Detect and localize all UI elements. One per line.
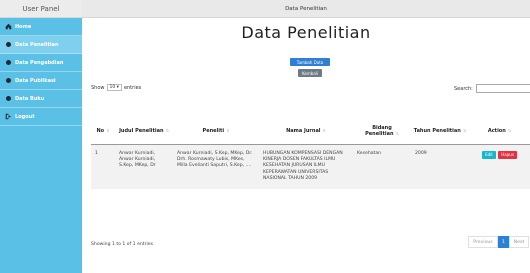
- cell-tahun: 2009: [411, 144, 469, 189]
- sidebar-item-logout[interactable]: Logout: [0, 108, 82, 126]
- entries-length-control: Show 10 ▾ entries: [91, 84, 141, 91]
- show-label: Show: [91, 84, 105, 91]
- pagination: Previous 1 Next: [468, 236, 529, 248]
- home-icon: [5, 23, 12, 30]
- sidebar-item-label: Data Pengabdian: [15, 59, 64, 66]
- page-title: Data Penelitian: [241, 23, 371, 42]
- entries-value: 10: [109, 85, 116, 90]
- cell-no: 1: [91, 144, 115, 189]
- pagination-previous[interactable]: Previous: [468, 236, 498, 248]
- sidebar-item-data-pengabdian[interactable]: Data Pengabdian: [0, 54, 82, 72]
- cell-bidang: Kesehatan: [353, 144, 411, 189]
- sidebar-title: User Panel: [0, 0, 82, 18]
- circle-icon: [5, 59, 12, 66]
- cell-peneliti: Anwar Kurniadi, S.Kep, MKep, Dr. Drh. Ro…: [173, 144, 259, 189]
- pagination-page-1[interactable]: 1: [498, 236, 509, 248]
- column-header-tahun[interactable]: Tahun Penelitian ⇅: [411, 118, 469, 145]
- column-header-peneliti[interactable]: Peneliti ⇅: [173, 118, 259, 145]
- cell-action: Edit Hapus: [469, 144, 530, 189]
- main-content: Data Penelitian Data Penelitian Tambah D…: [82, 0, 530, 273]
- circle-icon: [5, 77, 12, 84]
- column-header-bidang[interactable]: Bidang Penelitian ⇅: [353, 118, 411, 145]
- sort-icon: ⇅: [462, 127, 467, 133]
- sidebar: User Panel Home Data Penelitian Data Pen…: [0, 0, 82, 273]
- column-header-jurnal[interactable]: Nama Jurnal ⇅: [259, 118, 353, 145]
- table-info: Showing 1 to 1 of 1 entries: [91, 242, 153, 247]
- sidebar-item-label: Home: [15, 23, 32, 30]
- chevron-down-icon: ▾: [116, 85, 119, 90]
- sidebar-item-label: Data Penelitian: [15, 41, 59, 48]
- data-table: No ⇅ Judul Penelitian ⇅ Peneliti ⇅ Nama Jur…: [91, 118, 530, 189]
- sidebar-item-label: Logout: [15, 113, 35, 120]
- column-header-no[interactable]: No ⇅: [91, 118, 115, 145]
- pagination-next[interactable]: Next: [509, 236, 529, 248]
- sort-icon: ⇅: [507, 127, 512, 133]
- sidebar-item-data-penelitian[interactable]: Data Penelitian: [0, 36, 82, 54]
- table-row: 1 Anwar Kurniadi, Anwar Kurniadi, S.Kep,…: [91, 144, 530, 189]
- entries-label: entries: [123, 84, 142, 91]
- sidebar-item-label: Data Publikasi: [15, 77, 56, 84]
- sort-icon: ⇅: [106, 127, 110, 133]
- table-header-row: No ⇅ Judul Penelitian ⇅ Peneliti ⇅ Nama Jur…: [91, 118, 530, 145]
- search-control: Search:: [454, 84, 530, 93]
- sidebar-item-label: Data Buku: [15, 95, 45, 102]
- circle-icon: [5, 41, 12, 48]
- sidebar-item-data-publikasi[interactable]: Data Publikasi: [0, 72, 82, 90]
- sidebar-item-data-buku[interactable]: Data Buku: [0, 90, 82, 108]
- delete-button[interactable]: Hapus: [498, 150, 517, 159]
- logout-icon: [5, 113, 12, 120]
- sidebar-item-home[interactable]: Home: [0, 18, 82, 36]
- search-input[interactable]: [475, 84, 530, 93]
- back-button[interactable]: Kembali: [298, 69, 322, 77]
- topbar-title: Data Penelitian: [82, 0, 530, 18]
- add-data-button[interactable]: Tambah Data: [290, 58, 330, 66]
- search-label: Search:: [454, 85, 473, 92]
- column-header-action[interactable]: Action ⇅: [469, 118, 530, 145]
- entries-select[interactable]: 10 ▾: [106, 84, 122, 91]
- edit-button[interactable]: Edit: [482, 150, 496, 159]
- sort-icon: ⇅: [226, 127, 230, 133]
- circle-icon: [5, 95, 12, 102]
- sort-icon: ⇅: [322, 127, 326, 133]
- cell-jurnal: HUBUNGAN KOMPENSASI DENGAN KINERJA DOSEN…: [259, 144, 353, 189]
- sort-icon: ⇅: [165, 127, 169, 133]
- cell-judul: Anwar Kurniadi, Anwar Kurniadi, S.Kep, M…: [115, 144, 173, 189]
- column-header-judul[interactable]: Judul Penelitian ⇅: [115, 118, 173, 145]
- sort-icon: ⇅: [395, 130, 399, 136]
